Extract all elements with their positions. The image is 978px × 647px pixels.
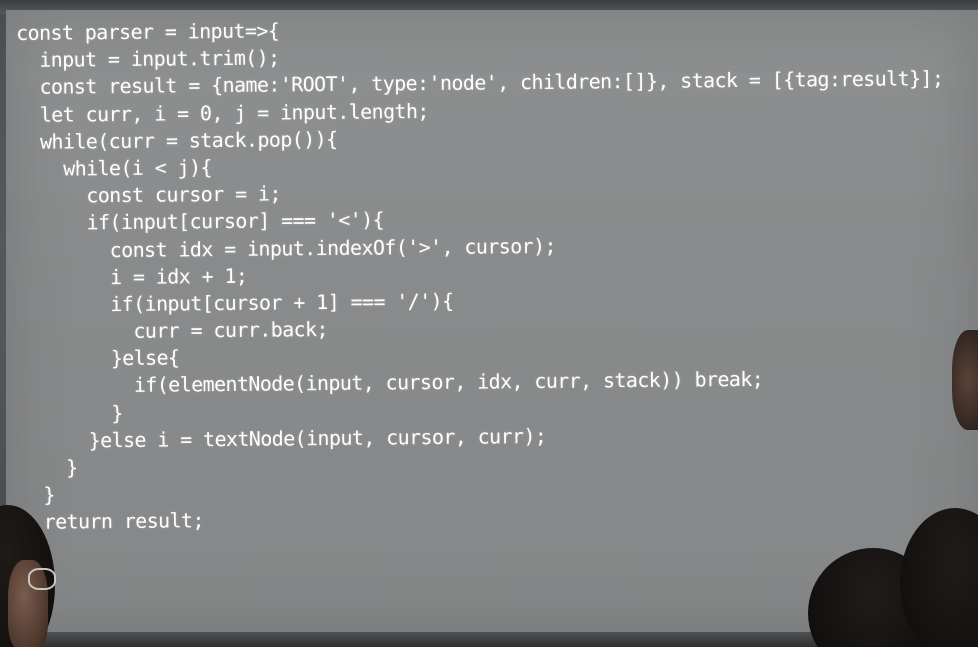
presenter-shoulder xyxy=(952,330,978,430)
projection-screen: const parser = input=>{ input = input.tr… xyxy=(6,10,978,635)
lecture-room-photo: const parser = input=>{ input = input.tr… xyxy=(0,0,978,647)
code-block: const parser = input=>{ input = input.tr… xyxy=(16,11,948,536)
glasses-icon xyxy=(28,568,56,590)
